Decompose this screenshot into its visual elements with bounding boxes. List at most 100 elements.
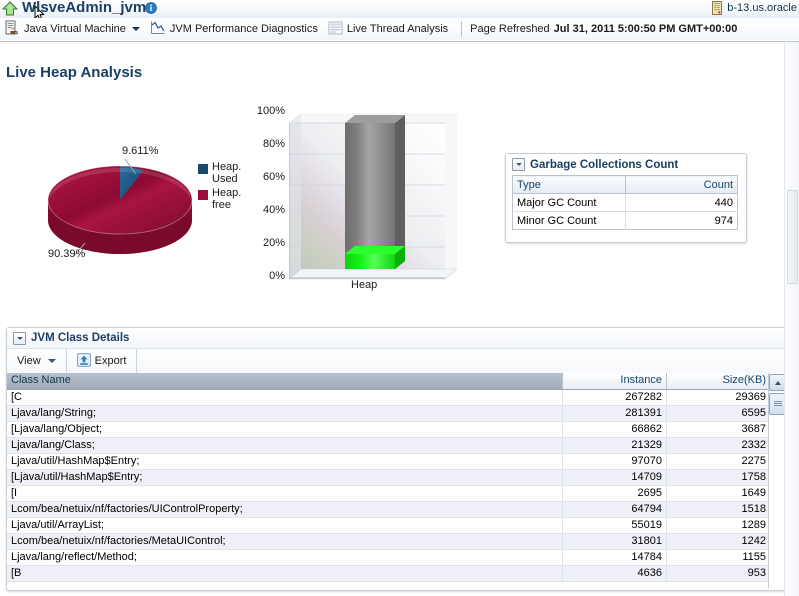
cell-class-name: Ljava/lang/String;	[7, 406, 563, 422]
cell-instance: 64794	[563, 502, 667, 518]
legend-swatch-heap-free	[198, 190, 208, 200]
table-row[interactable]: [Ljava/lang/Object; 66862 3687	[7, 422, 784, 438]
table-row[interactable]: [B 4636 953	[7, 566, 784, 582]
toolbar-separator	[461, 21, 463, 37]
cell-size-kb: 1155	[667, 550, 771, 566]
y-tick-100: 100%	[256, 105, 285, 117]
view-menu-label: View	[17, 355, 41, 367]
cell-instance: 97070	[563, 454, 667, 470]
table-row[interactable]: [Ljava/util/HashMap$Entry; 14709 1758	[7, 470, 784, 486]
gc-cell-count: 974	[625, 211, 738, 230]
cell-size-kb: 1758	[667, 470, 771, 486]
gc-cell-type: Minor GC Count	[512, 211, 626, 230]
cell-size-kb: 1289	[667, 518, 771, 534]
bar-chart-x-label: Heap	[351, 279, 378, 291]
y-tick-80: 80%	[262, 138, 285, 150]
table-row[interactable]: [C 267282 29369	[7, 390, 784, 406]
chevron-down-icon[interactable]	[13, 331, 26, 345]
cell-size-kb: 953	[667, 566, 771, 582]
cell-instance: 2695	[563, 486, 667, 502]
view-menu-button[interactable]: View	[7, 349, 67, 373]
gc-column-type[interactable]: Type	[512, 175, 626, 194]
home-up-arrow-icon[interactable]	[1, 1, 19, 17]
table-row[interactable]: Lcom/bea/netuix/nf/factories/UIControlPr…	[7, 502, 784, 518]
page-title: WlsveAdmin_jvm	[22, 0, 147, 16]
column-header-size-kb[interactable]: Size(KB)	[667, 373, 771, 389]
top-branding-bar: WlsveAdmin_jvm b-13.us.oracle	[0, 0, 799, 21]
gc-panel-title: Garbage Collections Count	[530, 158, 679, 171]
link-live-thread-analysis-label: Live Thread Analysis	[346, 23, 449, 35]
pie-legend: Heap. Used Heap. free	[198, 161, 242, 214]
jvm-class-details-panel: JVM Class Details View Export Class Name…	[6, 327, 787, 591]
cell-instance: 31801	[563, 534, 667, 550]
cell-size-kb: 1649	[667, 486, 771, 502]
garbage-collections-count-panel: Garbage Collections Count Type Count Maj…	[505, 153, 747, 243]
gc-cell-count: 440	[625, 193, 738, 212]
table-row[interactable]: Ljava/lang/reflect/Method; 14784 1155	[7, 550, 784, 566]
bar-chart-y-axis: 100% 80% 60% 40% 20% 0%	[255, 105, 285, 282]
jvm-panel-header: JVM Class Details	[7, 328, 786, 349]
gc-column-count[interactable]: Count	[625, 175, 738, 194]
link-jvm-performance-diagnostics-label: JVM Performance Diagnostics	[169, 23, 318, 35]
info-icon[interactable]	[145, 2, 157, 14]
page-scroll-thumb[interactable]	[787, 190, 798, 284]
pie-label-free-percent: 90.39%	[48, 248, 86, 260]
link-live-thread-analysis[interactable]: Live Thread Analysis	[323, 18, 453, 40]
cell-class-name: Ljava/lang/reflect/Method;	[7, 550, 563, 566]
legend-item-heap-free: Heap. free	[198, 187, 242, 211]
page-vertical-scrollbar[interactable]	[784, 42, 799, 596]
cell-size-kb: 2275	[667, 454, 771, 470]
java-vm-icon	[5, 20, 20, 39]
application-page: WlsveAdmin_jvm b-13.us.oracle Java Virtu…	[0, 0, 799, 596]
cell-class-name: [B	[7, 566, 563, 582]
gc-table-row[interactable]: Major GC Count 440	[512, 193, 738, 212]
legend-label-heap-used-line1: Heap.	[212, 161, 242, 173]
chevron-down-icon[interactable]	[512, 158, 525, 171]
page-refreshed-label: Page Refreshed	[470, 23, 550, 35]
export-up-arrow-icon	[76, 352, 91, 370]
cell-instance: 66862	[563, 422, 667, 438]
menu-java-virtual-machine-label: Java Virtual Machine	[24, 23, 126, 35]
table-row[interactable]: Ljava/util/ArrayList; 55019 1289	[7, 518, 784, 534]
cell-instance: 281391	[563, 406, 667, 422]
cell-class-name: [Ljava/lang/Object;	[7, 422, 563, 438]
table-row[interactable]: Ljava/lang/String; 281391 6595	[7, 406, 784, 422]
menu-java-virtual-machine[interactable]: Java Virtual Machine	[0, 18, 145, 40]
cell-class-name: Ljava/lang/Class;	[7, 438, 563, 454]
jvm-grid-header-row: Class Name Instance Size(KB)	[7, 373, 784, 390]
export-button[interactable]: Export	[67, 349, 138, 373]
legend-label-heap-free-line1: Heap.	[212, 187, 242, 199]
gc-table-row[interactable]: Minor GC Count 974	[512, 211, 738, 230]
column-header-instance[interactable]: Instance	[563, 373, 667, 389]
chevron-down-icon[interactable]	[131, 27, 140, 31]
host-name: b-13.us.oracle	[727, 2, 797, 14]
cell-instance: 21329	[563, 438, 667, 454]
jvm-panel-title: JVM Class Details	[31, 332, 130, 344]
table-row[interactable]: Ljava/util/HashMap$Entry; 97070 2275	[7, 454, 784, 470]
link-jvm-performance-diagnostics[interactable]: JVM Performance Diagnostics	[145, 18, 323, 40]
cell-class-name: Lcom/bea/netuix/nf/factories/MetaUIContr…	[7, 534, 563, 550]
cell-instance: 267282	[563, 390, 667, 406]
toolbar-divider	[0, 41, 799, 42]
cell-class-name: Lcom/bea/netuix/nf/factories/UIControlPr…	[7, 502, 563, 518]
column-header-class-name[interactable]: Class Name	[7, 373, 563, 389]
y-tick-20: 20%	[262, 237, 285, 249]
pie-label-used-percent: 9.611%	[122, 145, 159, 157]
cell-size-kb: 1242	[667, 534, 771, 550]
host-indicator: b-13.us.oracle	[711, 1, 797, 15]
table-row[interactable]: Lcom/bea/netuix/nf/factories/MetaUIContr…	[7, 534, 784, 550]
legend-label-heap-free-line2: free	[212, 198, 231, 211]
table-row[interactable]: [I 2695 1649	[7, 486, 784, 502]
cell-instance: 4636	[563, 566, 667, 582]
legend-label-heap-used: Heap. Used	[212, 161, 242, 185]
cell-instance: 55019	[563, 518, 667, 534]
page-refreshed-value: Jul 31, 2011 5:00:50 PM GMT+00:00	[553, 23, 738, 35]
cell-class-name: [I	[7, 486, 563, 502]
cell-class-name: Ljava/util/ArrayList;	[7, 518, 563, 534]
cell-size-kb: 3687	[667, 422, 771, 438]
line-chart-icon	[150, 20, 166, 38]
gc-panel-header: Garbage Collections Count	[506, 154, 746, 173]
gc-table: Type Count Major GC Count 440 Minor GC C…	[512, 175, 738, 230]
cell-size-kb: 2332	[667, 438, 771, 454]
table-row[interactable]: Ljava/lang/Class; 21329 2332	[7, 438, 784, 454]
